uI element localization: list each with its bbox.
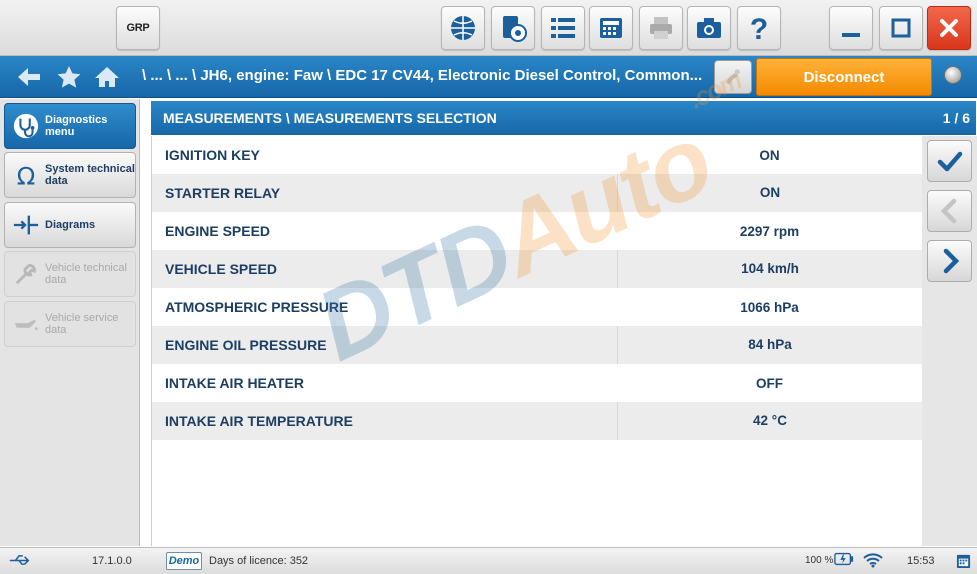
measurement-value: 1066 hPa — [740, 299, 799, 315]
home-button[interactable] — [94, 65, 120, 89]
measurement-name: ENGINE OIL PRESSURE — [165, 337, 327, 353]
content-header: MEASUREMENTS \ MEASUREMENTS SELECTION 1 … — [151, 101, 976, 135]
usb-icon — [8, 553, 32, 571]
previous-page-button[interactable] — [927, 190, 972, 232]
sidebar-item-system-technical-data[interactable]: Ω System technical data — [4, 152, 136, 198]
calculator-button[interactable] — [589, 6, 633, 50]
measurement-value: ON — [617, 174, 922, 212]
engine-icon — [726, 69, 740, 85]
measurements-table: IGNITION KEY ON STARTER RELAY ON ENGINE … — [151, 136, 922, 546]
printer-icon — [650, 17, 672, 39]
sidebar-item-label: Diagnostics menu — [45, 114, 108, 138]
measurement-name: INTAKE AIR HEATER — [165, 375, 304, 391]
navigation-bar: \ ... \ ... \ JH6, engine: Faw \ EDC 17 … — [0, 56, 977, 98]
table-row[interactable]: ATMOSPHERIC PRESSURE 1066 hPa — [152, 288, 922, 326]
wifi-icon — [862, 552, 884, 571]
wrench-icon — [9, 257, 43, 291]
version-label: 17.1.0.0 — [92, 555, 132, 567]
grp-label: GRP — [126, 22, 150, 34]
sidebar-item-label: Diagrams — [45, 219, 96, 231]
sidebar-item-diagrams[interactable]: Diagrams — [4, 202, 136, 248]
page-indicator: 1 / 6 — [942, 110, 970, 126]
list-button[interactable] — [541, 6, 585, 50]
calendar-icon[interactable] — [956, 552, 971, 572]
action-column — [922, 136, 977, 546]
measurement-name: ATMOSPHERIC PRESSURE — [165, 299, 349, 315]
battery-charging-icon — [834, 552, 854, 569]
star-icon — [57, 66, 81, 88]
sidebar-item-vehicle-service-data[interactable]: Vehicle service data — [4, 301, 136, 347]
diagram-icon — [9, 208, 43, 242]
checkmark-icon — [937, 151, 962, 172]
measurement-name: VEHICLE SPEED — [165, 261, 278, 277]
table-row[interactable]: IGNITION KEY ON — [152, 136, 922, 174]
svg-text:Ω: Ω — [17, 161, 36, 189]
favorites-button[interactable] — [56, 65, 82, 89]
sidebar-item-label: Vehicle technical data — [45, 262, 127, 286]
status-bar: 17.1.0.0 Demo Days of licence: 352 100 %… — [0, 547, 977, 574]
table-row[interactable]: VEHICLE SPEED 104 km/h — [152, 250, 922, 288]
camera-icon — [697, 18, 721, 38]
measurement-name: INTAKE AIR TEMPERATURE — [165, 413, 353, 429]
close-button[interactable] — [927, 6, 971, 50]
sidebar-item-vehicle-technical-data[interactable]: Vehicle technical data — [4, 251, 136, 297]
table-row[interactable]: STARTER RELAY ON — [152, 174, 922, 212]
measurement-value: ON — [759, 147, 780, 163]
sidebar-item-label: Vehicle service data — [45, 312, 119, 336]
measurement-value: 2297 rpm — [739, 223, 800, 239]
chevron-left-icon — [940, 198, 956, 224]
measurement-name: STARTER RELAY — [165, 185, 281, 201]
confirm-button[interactable] — [927, 140, 972, 182]
disconnect-button[interactable]: Disconnect — [756, 58, 932, 96]
measurement-value: 42 °C — [617, 402, 922, 440]
oilcan-icon — [9, 307, 43, 341]
calculator-icon — [600, 18, 622, 38]
measurement-value: 104 km/h — [617, 250, 922, 288]
help-button[interactable]: ? — [737, 6, 781, 50]
demo-badge: Demo — [166, 552, 202, 570]
connection-status-led — [944, 66, 962, 84]
engine-button[interactable] — [714, 60, 752, 94]
top-toolbar: GRP ? — [0, 0, 977, 56]
measurement-name: IGNITION KEY — [165, 147, 260, 163]
screenshot-button[interactable] — [687, 6, 731, 50]
breadcrumb: \ ... \ ... \ JH6, engine: Faw \ EDC 17 … — [142, 67, 703, 84]
web-button[interactable] — [441, 6, 485, 50]
close-icon — [940, 19, 958, 37]
minimize-icon — [842, 33, 860, 37]
clock-time: 15:53 — [907, 555, 935, 567]
view-eye-icon — [503, 16, 527, 42]
page-title: MEASUREMENTS \ MEASUREMENTS SELECTION — [163, 110, 497, 126]
maximize-button[interactable] — [879, 6, 923, 50]
omega-icon: Ω — [9, 158, 43, 192]
battery-percent: 100 % — [805, 555, 834, 566]
measurement-value: 84 hPa — [617, 326, 922, 364]
next-page-button[interactable] — [927, 240, 972, 282]
sidebar-item-diagnostics-menu[interactable]: Diagnostics menu — [4, 103, 136, 149]
sidebar-item-label: System technical data — [45, 163, 135, 187]
chevron-right-icon — [943, 248, 959, 274]
maximize-icon — [891, 18, 911, 38]
web-icon — [451, 16, 475, 40]
list-icon — [551, 18, 575, 38]
back-button[interactable] — [16, 65, 42, 89]
table-row[interactable]: INTAKE AIR TEMPERATURE 42 °C — [152, 402, 922, 440]
home-icon — [95, 67, 119, 87]
grp-button[interactable]: GRP — [116, 6, 160, 50]
sidebar: Diagnostics menu Ω System technical data… — [0, 99, 140, 546]
help-icon: ? — [750, 13, 768, 43]
stethoscope-icon — [9, 109, 43, 143]
table-row[interactable]: ENGINE OIL PRESSURE 84 hPa — [152, 326, 922, 364]
measurement-name: ENGINE SPEED — [165, 223, 271, 239]
back-arrow-icon — [18, 68, 40, 86]
table-row[interactable]: INTAKE AIR HEATER OFF — [152, 364, 922, 402]
minimize-button[interactable] — [829, 6, 873, 50]
table-row[interactable]: ENGINE SPEED 2297 rpm — [152, 212, 922, 250]
view-button[interactable] — [491, 6, 535, 50]
print-button[interactable] — [639, 6, 683, 50]
svg-text:?: ? — [750, 13, 768, 43]
licence-label: Days of licence: 352 — [209, 555, 309, 567]
measurement-value: OFF — [756, 375, 783, 391]
